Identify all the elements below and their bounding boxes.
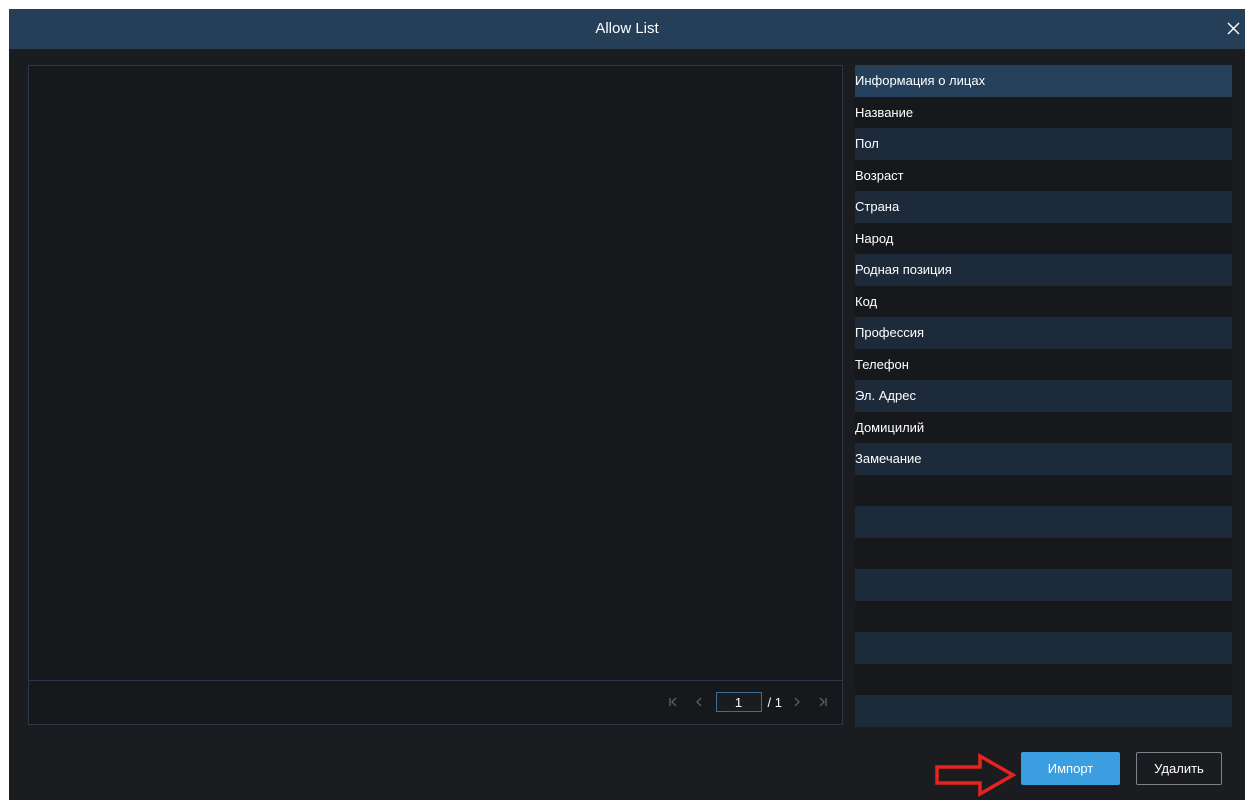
info-empty-row	[855, 600, 1232, 632]
import-button[interactable]: Импорт	[1021, 752, 1120, 785]
info-field-row: Название	[855, 96, 1232, 128]
pagination: / 1	[660, 691, 836, 713]
allow-list-dialog: Allow List / 1	[9, 9, 1245, 800]
dialog-titlebar: Allow List	[9, 9, 1245, 49]
info-empty-row	[855, 506, 1232, 538]
info-field-row: Родная позиция	[855, 254, 1232, 286]
info-empty-row	[855, 569, 1232, 601]
info-empty-row	[855, 632, 1232, 664]
first-page-button[interactable]	[660, 697, 686, 707]
info-field-row: Домицилий	[855, 411, 1232, 443]
info-field-row: Телефон	[855, 348, 1232, 380]
face-info-list: Информация о лицах Название Пол Возраст Стр…	[855, 65, 1232, 727]
next-page-icon	[794, 697, 800, 707]
dialog-title: Allow List	[595, 20, 659, 37]
last-page-button[interactable]	[810, 697, 836, 707]
info-empty-row	[855, 537, 1232, 569]
face-image-panel: / 1	[28, 65, 843, 725]
info-empty-row	[855, 474, 1232, 506]
info-field-row: Пол	[855, 128, 1232, 160]
page-total: / 1	[767, 694, 782, 710]
close-icon	[1227, 22, 1240, 35]
info-field-row: Замечание	[855, 443, 1232, 475]
info-field-row: Возраст	[855, 159, 1232, 191]
info-field-row: Страна	[855, 191, 1232, 223]
pagination-bar: / 1	[29, 680, 842, 724]
info-field-row: Эл. Адрес	[855, 380, 1232, 412]
info-rows: Название Пол Возраст Страна Народ Родная пози…	[855, 96, 1232, 727]
delete-button[interactable]: Удалить	[1136, 752, 1222, 785]
info-empty-row	[855, 695, 1232, 727]
last-page-icon	[819, 697, 827, 707]
close-button[interactable]	[1223, 9, 1245, 49]
info-field-row: Код	[855, 285, 1232, 317]
info-field-row: Народ	[855, 222, 1232, 254]
page-number-input[interactable]	[715, 692, 762, 712]
first-page-icon	[668, 697, 676, 707]
info-list-header: Информация о лицах	[855, 65, 1232, 97]
prev-page-icon	[695, 697, 701, 707]
info-field-row: Профессия	[855, 317, 1232, 349]
info-empty-row	[855, 663, 1232, 695]
next-page-button[interactable]	[784, 697, 810, 707]
prev-page-button[interactable]	[686, 697, 712, 707]
red-arrow-annotation-icon	[935, 752, 1017, 798]
